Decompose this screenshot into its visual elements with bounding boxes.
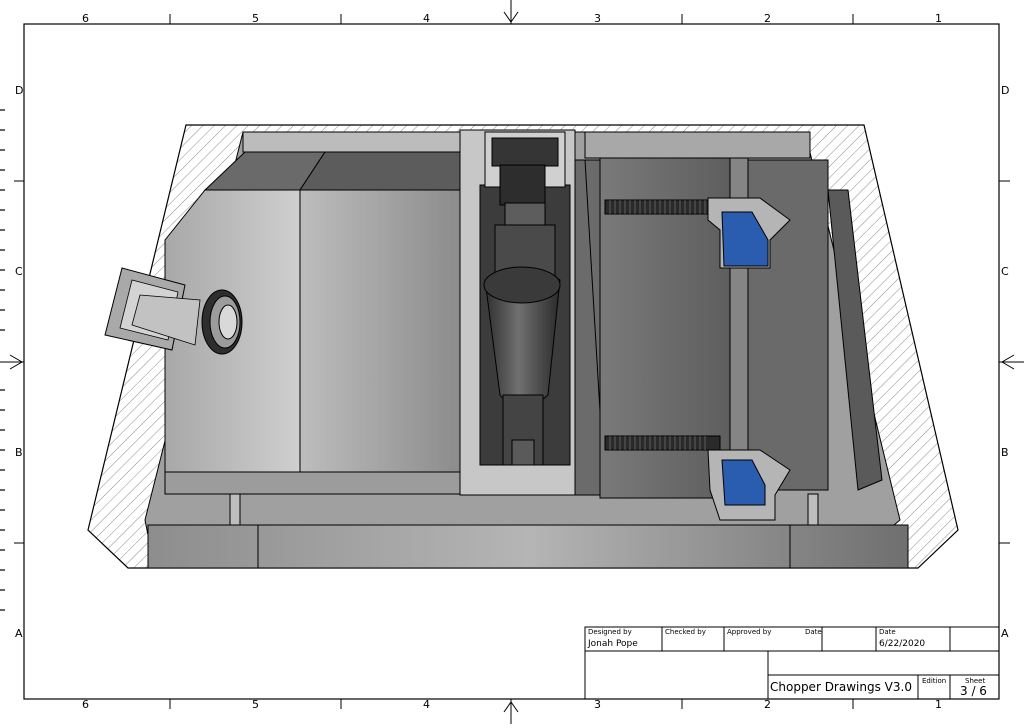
middle-block [299, 189, 461, 491]
checked-by-label: Checked by [665, 628, 706, 636]
zone-left-D: D [15, 84, 24, 97]
designed-by-label: Designed by [588, 628, 632, 636]
zone-top-3: 3 [594, 12, 601, 25]
date-label: Date [879, 628, 896, 636]
drawing-title: Chopper Drawings V3.0 [770, 680, 912, 694]
zone-bottom-2: 2 [764, 698, 771, 711]
approval-date-label: Date [805, 628, 822, 636]
drawing-sheet: 6 5 4 3 2 1 6 5 4 3 2 1 D C B A D C B A … [0, 0, 1024, 724]
cad-drawing [0, 0, 1024, 724]
zone-top-5: 5 [252, 12, 259, 25]
left-scale-marks [0, 109, 5, 611]
edition-label: Edition [922, 677, 947, 685]
zone-top-1: 1 [935, 12, 942, 25]
zone-bottom-4: 4 [423, 698, 430, 711]
zone-bottom-1: 1 [935, 698, 942, 711]
approved-by-label: Approved by [727, 628, 772, 636]
zone-top-4: 4 [423, 12, 430, 25]
sheet-number: 3 / 6 [960, 684, 987, 698]
assembly-section-view [87, 124, 959, 569]
zone-left-A: A [15, 627, 23, 640]
zone-top-6: 6 [82, 12, 89, 25]
zone-left-B: B [15, 446, 23, 459]
zone-right-C: C [1001, 265, 1009, 278]
designed-by-value: Jonah Pope [588, 639, 638, 649]
date-value: 6/22/2020 [879, 639, 926, 649]
zone-right-D: D [1001, 84, 1010, 97]
zone-bottom-3: 3 [594, 698, 601, 711]
base-plate [147, 524, 909, 569]
zone-bottom-6: 6 [82, 698, 89, 711]
zone-right-A: A [1001, 627, 1009, 640]
zone-bottom-5: 5 [252, 698, 259, 711]
zone-top-2: 2 [764, 12, 771, 25]
zone-left-C: C [15, 265, 23, 278]
zone-right-B: B [1001, 446, 1009, 459]
